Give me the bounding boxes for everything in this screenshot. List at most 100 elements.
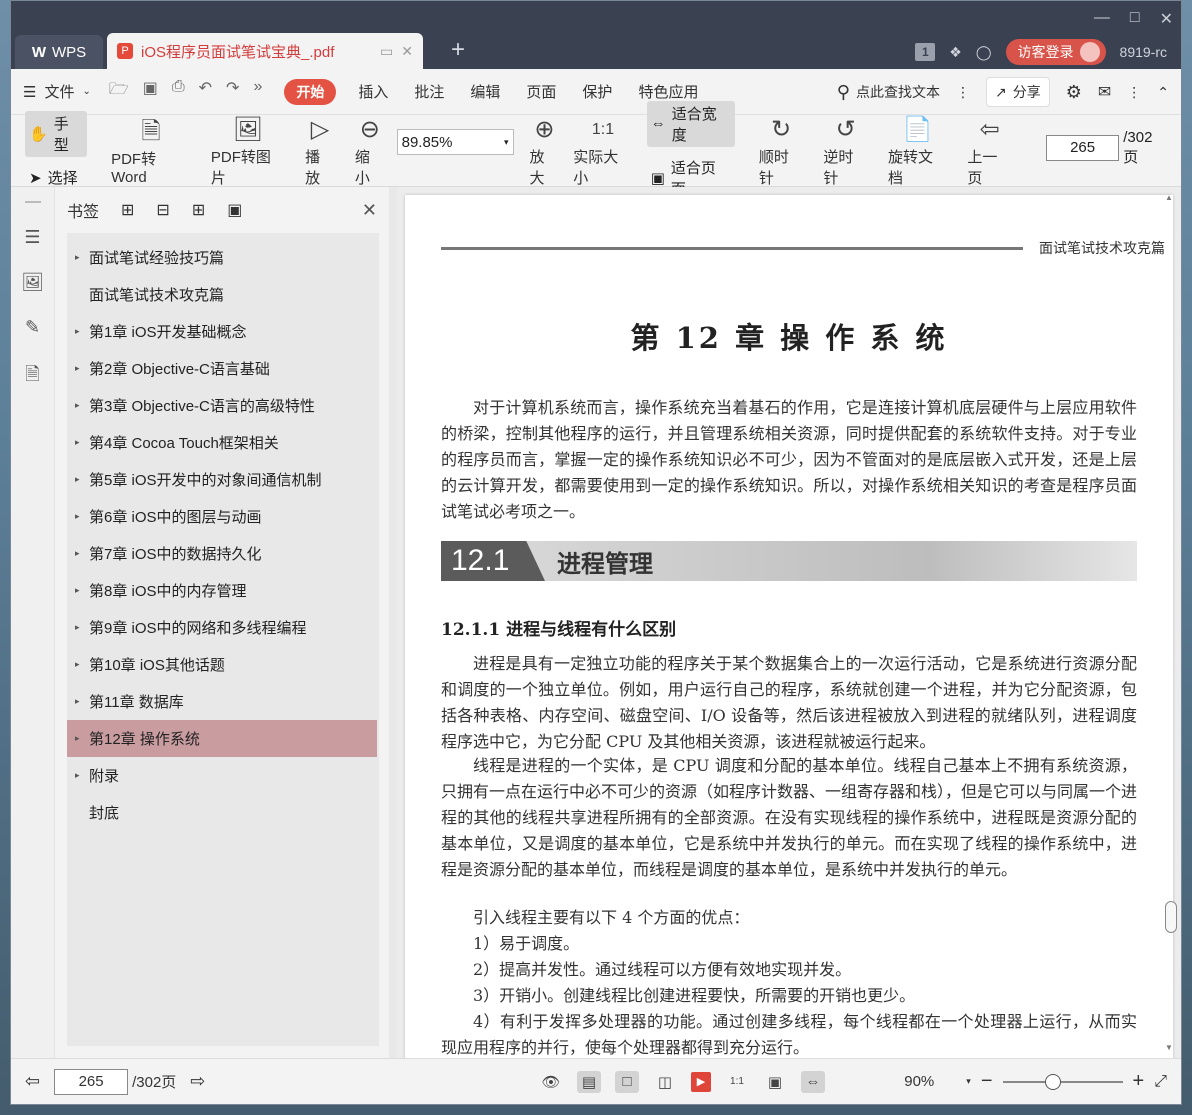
tab-close-icon[interactable]: ✕ xyxy=(401,43,413,60)
zoom-in-button[interactable]: ⊕ 放大 xyxy=(530,114,560,188)
guest-login-button[interactable]: 访客登录 xyxy=(1005,39,1106,65)
bookmark-item[interactable]: ▸ 第9章 iOS中的网络和多线程编程 xyxy=(67,609,379,646)
bookmark-list-icon[interactable]: ☰ xyxy=(24,227,40,248)
zoom-minus-icon[interactable]: − xyxy=(981,1070,993,1093)
bookmark-item[interactable]: ▸ 第12章 操作系统 xyxy=(67,720,377,757)
scroll-down-icon[interactable]: ▼ xyxy=(1165,1043,1173,1052)
zoom-select[interactable]: 89.85% ▾ xyxy=(396,129,514,155)
tab-insert[interactable]: 插入 xyxy=(358,81,388,102)
print-icon[interactable]: ⎙ xyxy=(172,78,185,105)
hand-tool-button[interactable]: ✋ 手型 xyxy=(25,111,88,157)
save-icon[interactable]: ▣ xyxy=(143,78,158,105)
bookmark-item[interactable]: ▸ 第4章 Cocoa Touch框架相关 xyxy=(67,424,379,461)
bookmark-item[interactable]: ▸ 第6章 iOS中的图层与动画 xyxy=(67,498,379,535)
play-button[interactable]: ▷ 播放 xyxy=(305,114,335,188)
maximize-icon[interactable]: □ xyxy=(1130,9,1140,29)
bookmark-item[interactable]: ▸ 第11章 数据库 xyxy=(67,683,379,720)
expand-arrow-icon[interactable]: ▸ xyxy=(75,400,89,411)
close-icon[interactable]: ✕ xyxy=(362,200,377,221)
annotation-icon[interactable]: ✎ xyxy=(25,317,40,338)
share-button[interactable]: ↗ 分享 xyxy=(985,77,1050,107)
tab-features[interactable]: 特色应用 xyxy=(638,81,698,102)
new-tab-button[interactable]: + xyxy=(451,35,465,69)
single-page-icon[interactable]: □ xyxy=(615,1070,639,1093)
expand-all-icon[interactable]: ⊞ xyxy=(121,200,134,220)
tab-document[interactable]: P iOS程序员面试笔试宝典_.pdf ▭ ✕ xyxy=(107,33,423,69)
double-page-icon[interactable]: ◫ xyxy=(653,1071,677,1093)
scroll-thumb[interactable] xyxy=(1165,901,1177,933)
document-view[interactable]: 面试笔试技术攻克篇 第 12 章 操 作 系 统 对于计算机系统而言，操作系统充… xyxy=(397,187,1181,1058)
search-text-button[interactable]: ⚲ 点此查找文本 xyxy=(837,82,940,103)
expand-arrow-icon[interactable]: ▸ xyxy=(75,585,89,596)
more-icon[interactable]: » xyxy=(253,78,262,105)
tab-edit[interactable]: 编辑 xyxy=(470,81,500,102)
fit-width-button[interactable]: ⇔ 适合宽度 xyxy=(646,100,735,147)
tab-start[interactable]: 开始 xyxy=(284,78,337,105)
chevron-down-icon[interactable]: ▾ xyxy=(966,1076,971,1087)
bookmark-item[interactable]: ▸ 第2章 Objective-C语言基础 xyxy=(67,350,379,387)
skin-icon[interactable]: ❖ xyxy=(949,44,962,61)
bookmark-item[interactable]: 封底 xyxy=(67,794,379,831)
collapse-all-icon[interactable]: ⊟ xyxy=(156,200,169,220)
pdf-to-word-button[interactable]: 🗎 PDF转Word xyxy=(111,116,191,186)
zoom-percent[interactable]: 90% xyxy=(904,1073,934,1090)
expand-arrow-icon[interactable]: ▸ xyxy=(75,474,89,485)
attachment-icon[interactable]: 🗎 xyxy=(25,362,39,392)
more-vertical-icon[interactable]: ⋮ xyxy=(956,84,970,101)
bookmark-item[interactable]: ▸ 第10章 iOS其他话题 xyxy=(67,646,379,683)
zoom-slider-knob[interactable] xyxy=(1044,1073,1061,1090)
bookmark-item[interactable]: ▸ 第5章 iOS开发中的对象间通信机制 xyxy=(67,461,379,498)
expand-arrow-icon[interactable]: ▸ xyxy=(75,511,89,522)
bookmark-item[interactable]: ▸ 第1章 iOS开发基础概念 xyxy=(67,313,379,350)
bookmark-item[interactable]: ▸ 面试笔试经验技巧篇 xyxy=(67,239,379,276)
add-bookmark-icon[interactable]: ⊞ xyxy=(192,200,205,220)
expand-arrow-icon[interactable]: ▸ xyxy=(75,696,89,707)
pdf-to-image-button[interactable]: 🖼 PDF转图片 xyxy=(211,114,285,188)
tab-page[interactable]: 页面 xyxy=(526,81,556,102)
continuous-view-icon[interactable]: ▤ xyxy=(577,1070,601,1093)
minimize-icon[interactable]: — xyxy=(1094,9,1110,29)
undo-icon[interactable]: ↶ xyxy=(199,78,212,105)
vertical-scrollbar[interactable]: ▲ ▼ xyxy=(1165,193,1177,1052)
bookmark-item[interactable]: ▸ 第3章 Objective-C语言的高级特性 xyxy=(67,387,379,424)
expand-arrow-icon[interactable]: ▸ xyxy=(75,437,89,448)
collapse-ribbon-icon[interactable]: ⌃ xyxy=(1157,84,1169,101)
more-vertical-icon[interactable]: ⋮ xyxy=(1127,84,1141,101)
bookmark-item[interactable]: ▸ 第8章 iOS中的内存管理 xyxy=(67,572,379,609)
tab-wps[interactable]: W WPS xyxy=(15,35,103,69)
expand-arrow-icon[interactable]: ▸ xyxy=(75,548,89,559)
play-icon[interactable]: ▶ xyxy=(691,1071,711,1092)
next-page-icon[interactable]: ⇨ xyxy=(190,1071,205,1092)
tab-preview-icon[interactable]: ▭ xyxy=(380,43,393,60)
actual-size-icon[interactable]: 1:1 xyxy=(725,1071,749,1093)
expand-arrow-icon[interactable]: ▸ xyxy=(75,252,89,263)
rotate-clockwise-button[interactable]: ↻ 顺时针 xyxy=(759,114,804,188)
fullscreen-icon[interactable]: ⤢ xyxy=(1154,1073,1167,1091)
close-icon[interactable]: ✕ xyxy=(1160,9,1173,29)
bookmark-options-icon[interactable]: ▣ xyxy=(227,200,242,220)
rotate-document-button[interactable]: 📄 旋转文档 xyxy=(888,114,947,188)
tab-annotate[interactable]: 批注 xyxy=(414,81,444,102)
panel-splitter[interactable] xyxy=(389,187,397,1058)
expand-arrow-icon[interactable]: ▸ xyxy=(75,363,89,374)
expand-arrow-icon[interactable]: ▸ xyxy=(75,622,89,633)
prev-page-button[interactable]: ⇦ 上一页 xyxy=(967,114,1012,188)
window-count-badge[interactable]: 1 xyxy=(915,43,936,61)
gear-icon[interactable]: ⚙ xyxy=(1066,82,1082,103)
status-page-input[interactable]: 265 xyxy=(54,1068,129,1095)
eye-icon[interactable]: 👁 xyxy=(539,1071,563,1093)
scroll-up-icon[interactable]: ▲ xyxy=(1165,193,1173,202)
redo-icon[interactable]: ↷ xyxy=(226,78,239,105)
bookmark-item[interactable]: 面试笔试技术攻克篇 xyxy=(67,276,379,313)
expand-arrow-icon[interactable]: ▸ xyxy=(75,659,89,670)
fit-width-icon[interactable]: ⇔ xyxy=(801,1070,825,1093)
page-number-input[interactable]: 265 xyxy=(1045,135,1120,161)
open-folder-icon[interactable]: 🗁 xyxy=(109,78,129,105)
expand-arrow-icon[interactable]: ▸ xyxy=(75,733,89,744)
thumbnail-icon[interactable]: 🖼 xyxy=(21,272,44,293)
comment-icon[interactable]: ✉ xyxy=(1098,82,1111,102)
shirt-icon[interactable]: ◯ xyxy=(976,44,992,61)
fit-page-icon[interactable]: ▣ xyxy=(763,1071,787,1093)
expand-arrow-icon[interactable]: ▸ xyxy=(75,326,89,337)
zoom-slider[interactable] xyxy=(1002,1073,1123,1090)
